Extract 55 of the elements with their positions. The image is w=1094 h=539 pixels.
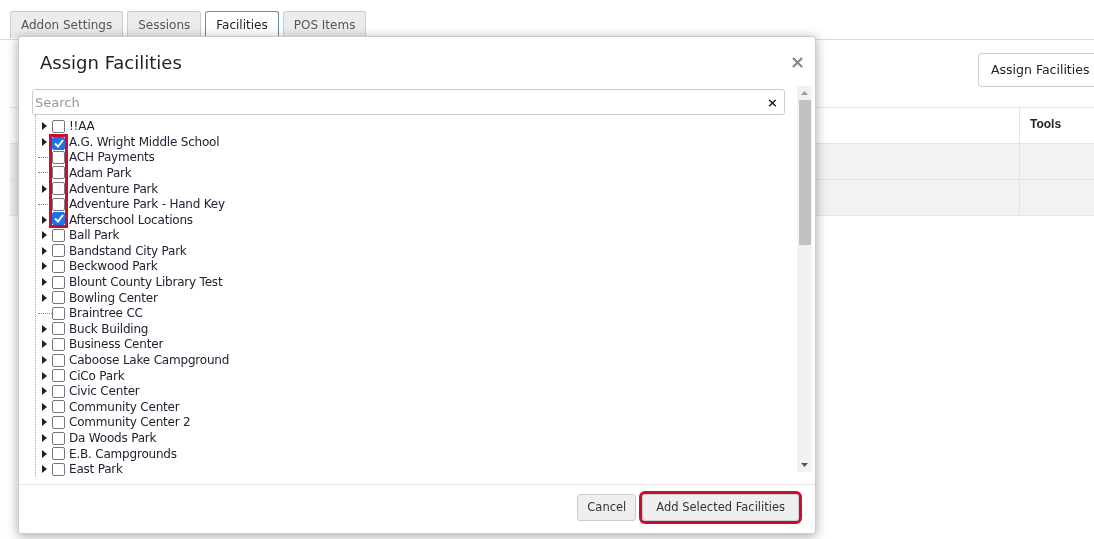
tab[interactable]: Sessions <box>127 11 202 38</box>
checkbox[interactable] <box>52 228 65 242</box>
assign-facilities-button[interactable]: Assign Facilities <box>978 53 1094 87</box>
scrollbar[interactable] <box>797 86 812 472</box>
tree-item[interactable]: Blount County Library Test <box>69 275 223 290</box>
checkbox[interactable] <box>52 353 65 367</box>
tree-item[interactable]: !!AA <box>69 119 95 134</box>
tree-item[interactable]: East Park <box>69 462 123 477</box>
tree-item[interactable]: ACH Payments <box>69 150 155 165</box>
scroll-down-icon[interactable] <box>801 463 808 467</box>
checkbox[interactable] <box>52 275 65 289</box>
tree-item[interactable]: Adventure Park <box>69 181 159 196</box>
checkbox[interactable] <box>52 415 65 429</box>
tree-item[interactable]: E.B. Campgrounds <box>69 446 177 461</box>
tree-item[interactable]: Adam Park <box>69 165 132 180</box>
tree-item[interactable]: Community Center 2 <box>69 415 191 430</box>
tree-item[interactable]: Civic Center <box>69 384 140 399</box>
column-header: Tools <box>1019 108 1094 143</box>
scroll-up-icon[interactable] <box>801 91 808 95</box>
tree-item[interactable]: Bowling Center <box>69 290 158 305</box>
checkbox[interactable] <box>52 291 65 305</box>
tree-item[interactable]: CiCo Park <box>69 368 125 383</box>
checkbox[interactable] <box>52 462 65 476</box>
clear-button[interactable]: × <box>767 94 778 110</box>
search-field[interactable]: Search × <box>32 89 785 116</box>
checkbox[interactable] <box>52 384 65 398</box>
checkbox[interactable] <box>52 431 65 445</box>
checkbox[interactable] <box>52 244 65 258</box>
checkbox[interactable] <box>52 322 65 336</box>
expand-arrow-icon[interactable] <box>42 184 47 193</box>
tab[interactable]: Addon Settings <box>10 11 124 38</box>
close-button[interactable]: × <box>789 53 805 71</box>
checkbox[interactable] <box>52 337 65 351</box>
checkbox[interactable] <box>52 306 65 320</box>
checkbox[interactable] <box>52 400 65 414</box>
tree-item[interactable]: Braintree CC <box>69 306 143 321</box>
tree-item[interactable]: Da Woods Park <box>69 431 157 445</box>
tree-item[interactable]: Community Center <box>69 399 180 414</box>
add-button[interactable]: Add Selected Facilities <box>642 494 799 521</box>
tree-item[interactable]: Bandstand City Park <box>69 243 187 258</box>
tab[interactable]: POS Items <box>282 11 367 38</box>
tree-item[interactable]: Adventure Park - Hand Key <box>69 197 225 212</box>
tree-item[interactable]: Beckwood Park <box>69 259 158 274</box>
checkbox[interactable] <box>52 119 65 133</box>
tree-item[interactable]: Ball Park <box>69 228 120 243</box>
checkbox[interactable] <box>52 447 65 461</box>
checkbox[interactable] <box>52 369 65 383</box>
checkbox[interactable] <box>52 260 65 273</box>
cancel-button[interactable]: Cancel <box>577 494 637 521</box>
tree-item[interactable]: Afterschool Locations <box>69 212 193 227</box>
tree-item[interactable]: Caboose Lake Campground <box>69 353 230 368</box>
tree-item[interactable]: A.G. Wright Middle School <box>69 134 220 149</box>
tree-item[interactable]: Buck Building <box>69 321 149 336</box>
dialog-title: Assign Facilities <box>40 51 182 73</box>
tree-item[interactable]: Business Center <box>69 337 164 352</box>
